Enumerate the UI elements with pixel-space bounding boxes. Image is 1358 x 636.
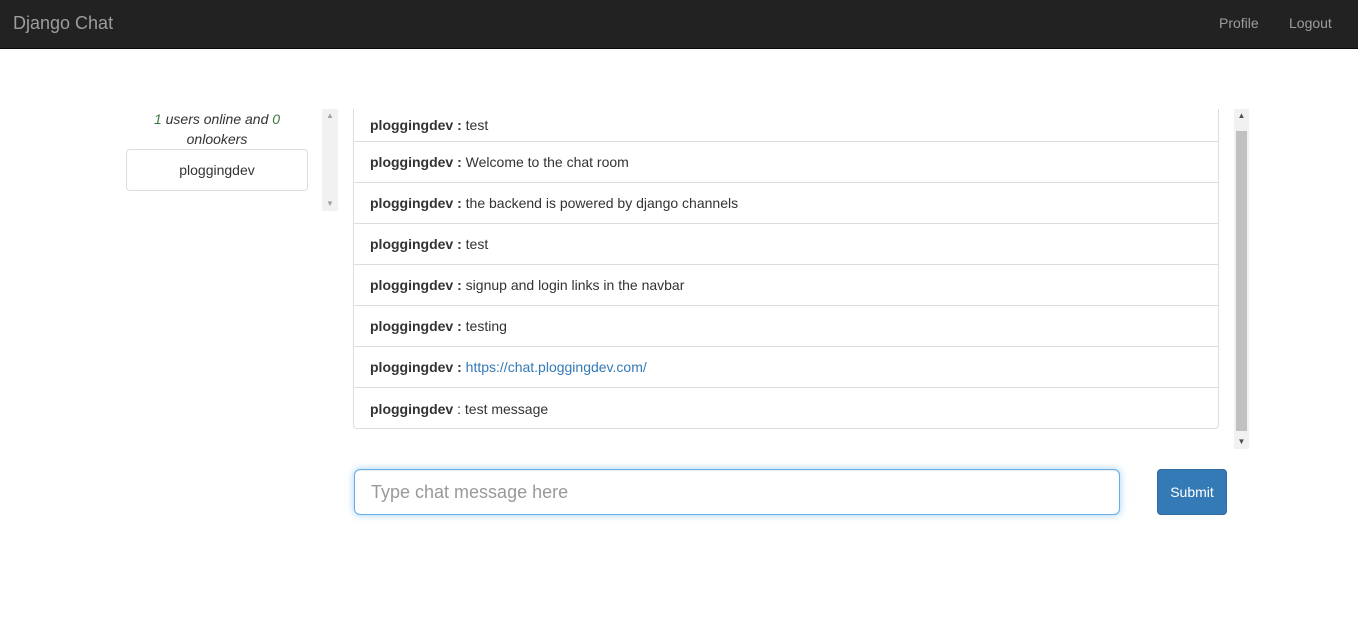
message-link[interactable]: https://chat.ploggingdev.com/	[466, 355, 647, 379]
message-separator: :	[453, 154, 466, 170]
message-separator: :	[453, 359, 466, 375]
message-item: ploggingdev : test	[354, 224, 1218, 265]
message-text: the backend is powered by django channel…	[465, 195, 739, 211]
message-separator: :	[453, 400, 465, 417]
message-author: ploggingdev	[370, 117, 454, 133]
message-item: ploggingdev : https://chat.ploggingdev.c…	[354, 347, 1218, 388]
message-list: ploggingdev : test ploggingdev : Welcome…	[353, 109, 1219, 429]
messages-scrollbar[interactable]: ▲ ▼	[1234, 109, 1249, 449]
scroll-up-arrow-icon[interactable]: ▲	[1234, 109, 1249, 123]
message-separator: :	[453, 117, 466, 133]
message-author: ploggingdev	[370, 277, 454, 293]
message-text: test	[465, 117, 489, 133]
message-text: test	[465, 236, 489, 252]
scroll-down-arrow-icon[interactable]: ▼	[322, 197, 338, 211]
scrollbar-thumb[interactable]	[1236, 131, 1247, 431]
nav-logout-link[interactable]: Logout	[1289, 15, 1332, 31]
online-text: users online and	[161, 111, 273, 127]
submit-button[interactable]: Submit	[1157, 469, 1227, 515]
message-text: testing	[465, 318, 507, 334]
message-item: ploggingdev : testing	[354, 306, 1218, 347]
message-item: ploggingdev : test	[354, 109, 1218, 142]
message-item: ploggingdev : the backend is powered by …	[354, 183, 1218, 224]
message-item: ploggingdev : signup and login links in …	[354, 265, 1218, 306]
online-count: 1	[153, 111, 162, 127]
message-author: ploggingdev	[370, 318, 454, 334]
onlooker-text: onlookers	[186, 131, 248, 147]
message-separator: :	[453, 318, 466, 334]
users-summary: 1 users online and 0 onlookers	[126, 109, 308, 149]
message-author: ploggingdev	[370, 154, 454, 170]
onlooker-count: 0	[272, 111, 281, 127]
online-user-item: ploggingdev	[126, 149, 308, 191]
message-text: Welcome to the chat room	[465, 154, 629, 170]
message-author: ploggingdev	[370, 400, 454, 417]
message-separator: :	[453, 236, 466, 252]
message-author: ploggingdev	[370, 359, 454, 375]
scroll-down-arrow-icon[interactable]: ▼	[1234, 435, 1249, 449]
users-scrollbar[interactable]: ▲ ▼	[322, 109, 338, 211]
message-separator: :	[453, 277, 466, 293]
message-text: signup and login links in the navbar	[465, 277, 685, 293]
message-separator: :	[453, 195, 466, 211]
message-item: ploggingdev : Welcome to the chat room	[354, 142, 1218, 183]
message-text: test message	[464, 400, 549, 417]
navbar: Django Chat Profile Logout	[0, 0, 1358, 49]
nav-profile-link[interactable]: Profile	[1219, 15, 1259, 31]
message-item: ploggingdev : test message	[354, 388, 1218, 429]
brand-link[interactable]: Django Chat	[13, 13, 113, 33]
message-author: ploggingdev	[370, 195, 454, 211]
chat-message-input[interactable]	[354, 469, 1120, 515]
online-users-panel: 1 users online and 0 onlookers ploggingde…	[126, 109, 338, 211]
scroll-up-arrow-icon[interactable]: ▲	[322, 109, 338, 123]
message-author: ploggingdev	[370, 236, 454, 252]
